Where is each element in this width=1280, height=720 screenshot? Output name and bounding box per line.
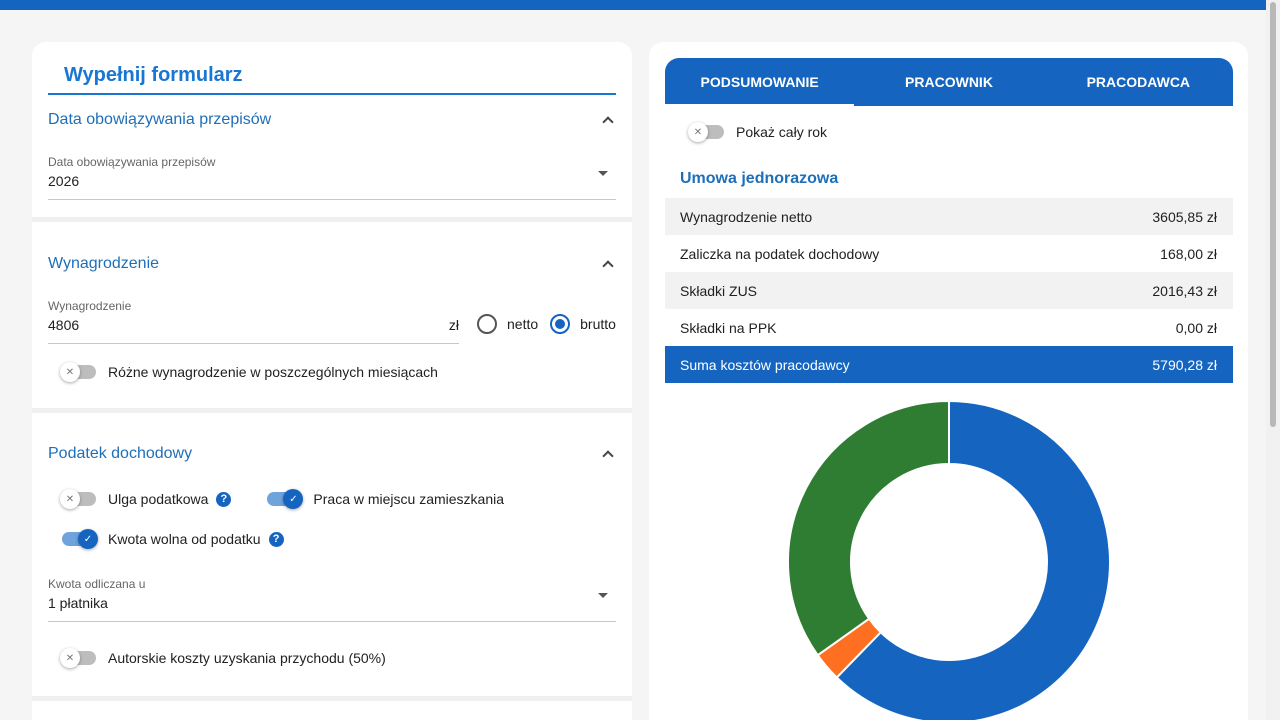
section-salary-header[interactable]: Wynagrodzenie (48, 239, 616, 289)
section-salary-title: Wynagrodzenie (48, 255, 160, 272)
check-icon: ✓ (78, 529, 98, 549)
year-toggle-row: ✕ Pokaż cały rok (688, 122, 828, 142)
help-icon[interactable]: ? (268, 531, 284, 547)
caret-down-icon[interactable] (598, 171, 608, 176)
full-year-label: Pokaż cały rok (736, 124, 828, 140)
close-icon: ✕ (60, 362, 80, 382)
salary-input-value: 4806 (48, 317, 80, 333)
praca-label: Praca w miejscu zamieszkania (313, 491, 505, 507)
table-row: Zaliczka na podatek dochodowy 168,00 zł (665, 235, 1233, 272)
close-icon: ✕ (60, 648, 80, 668)
form-title: Wypełnij formularz (48, 64, 616, 95)
radio-brutto[interactable] (550, 314, 571, 334)
top-app-bar (0, 0, 1266, 10)
radio-brutto-label: brutto (580, 316, 616, 332)
radio-netto[interactable] (477, 314, 497, 334)
row-value: 0,00 zł (1175, 319, 1217, 336)
table-row: Wynagrodzenie netto 3605,85 zł (665, 198, 1233, 235)
kwota-switch[interactable]: ✓ (62, 529, 98, 549)
odliczana-value: 1 płatnika (48, 595, 108, 611)
section-salary: Wynagrodzenie Wynagrodzenie 4806 zł nett… (32, 222, 632, 408)
donut-chart (787, 400, 1111, 720)
salary-input-label: Wynagrodzenie (48, 299, 132, 313)
table-row-total: Suma kosztów pracodawcy 5790,28 zł (665, 346, 1233, 383)
table-row: Składki na PPK 0,00 zł (665, 309, 1233, 346)
page-scrollbar[interactable] (1266, 0, 1280, 720)
row-value: 5790,28 zł (1152, 356, 1217, 373)
radio-netto-label: netto (507, 316, 539, 332)
odliczana-select[interactable]: Kwota odliczana u 1 płatnika (48, 567, 616, 622)
results-panel: PODSUMOWANIE PRACOWNIK PRACODAWCA ✕ Poka… (649, 42, 1248, 720)
date-select[interactable]: Data obowiązywania przepisów 2026 (48, 145, 616, 200)
close-icon: ✕ (60, 489, 80, 509)
donut-slice-3[interactable] (787, 400, 950, 657)
tab-pracownik[interactable]: PRACOWNIK (854, 58, 1043, 106)
autorskie-switch[interactable]: ✕ (60, 648, 96, 668)
section-date-title: Data obowiązywania przepisów (48, 111, 272, 128)
row-label: Składki ZUS (680, 282, 758, 299)
check-icon: ✓ (283, 489, 304, 509)
date-select-value: 2026 (48, 173, 80, 189)
form-card: Wypełnij formularz Data obowiązywania pr… (32, 42, 632, 217)
chevron-up-icon[interactable] (600, 112, 616, 128)
ulga-label: Ulga podatkowa (108, 491, 209, 507)
ulga-switch[interactable]: ✕ (60, 489, 96, 509)
tab-pracodawca[interactable]: PRACODAWCA (1044, 58, 1233, 106)
summary-title: Umowa jednorazowa (680, 170, 839, 187)
form-panel: Wypełnij formularz Data obowiązywania pr… (32, 42, 632, 720)
different-salary-label: Różne wynagrodzenie w poszczególnych mie… (108, 364, 438, 380)
kwota-row: ✓ Kwota wolna od podatku ? (48, 519, 616, 559)
section-tax: Podatek dochodowy ✕ Ulga podatkowa ? ✓ P… (32, 413, 632, 696)
close-icon: ✕ (688, 122, 708, 142)
row-value: 168,00 zł (1160, 245, 1217, 262)
row-label: Składki na PPK (680, 319, 777, 336)
different-salary-switch[interactable]: ✕ (60, 362, 96, 382)
odliczana-label: Kwota odliczana u (48, 577, 146, 591)
row-label: Suma kosztów pracodawcy (680, 356, 850, 373)
table-row: Składki ZUS 2016,43 zł (665, 272, 1233, 309)
date-select-label: Data obowiązywania przepisów (48, 155, 216, 169)
help-icon[interactable]: ? (216, 491, 232, 507)
row-label: Zaliczka na podatek dochodowy (680, 245, 880, 262)
chevron-up-icon[interactable] (600, 446, 616, 462)
autorskie-label: Autorskie koszty uzyskania przychodu (50… (108, 650, 386, 666)
section-tax-header[interactable]: Podatek dochodowy (48, 429, 616, 479)
tab-podsumowanie[interactable]: PODSUMOWANIE (665, 58, 855, 106)
row-value: 2016,43 zł (1152, 282, 1217, 299)
currency-suffix: zł (448, 317, 459, 333)
summary-table: Wynagrodzenie netto 3605,85 zł Zaliczka … (665, 198, 1233, 383)
row-value: 3605,85 zł (1152, 208, 1217, 225)
section-date: Data obowiązywania przepisów Data obowią… (32, 95, 632, 217)
scrollbar-thumb[interactable] (1270, 2, 1276, 427)
results-tabs: PODSUMOWANIE PRACOWNIK PRACODAWCA (665, 58, 1233, 106)
tax-toggles-row: ✕ Ulga podatkowa ? ✓ Praca w miejscu zam… (48, 479, 616, 519)
different-salary-row: ✕ Różne wynagrodzenie w poszczególnych m… (48, 352, 616, 392)
chevron-up-icon[interactable] (600, 256, 616, 272)
section-date-header[interactable]: Data obowiązywania przepisów (48, 95, 616, 145)
full-year-switch[interactable]: ✕ (688, 122, 724, 142)
section-tax-title: Podatek dochodowy (48, 445, 193, 462)
kwota-label: Kwota wolna od podatku (108, 531, 261, 547)
praca-switch[interactable]: ✓ (267, 489, 304, 509)
section-next (32, 701, 632, 720)
salary-input[interactable]: Wynagrodzenie 4806 zł (48, 289, 459, 344)
autorskie-row: ✕ Autorskie koszty uzyskania przychodu (… (48, 638, 616, 678)
caret-down-icon[interactable] (598, 593, 608, 598)
row-label: Wynagrodzenie netto (680, 208, 813, 225)
